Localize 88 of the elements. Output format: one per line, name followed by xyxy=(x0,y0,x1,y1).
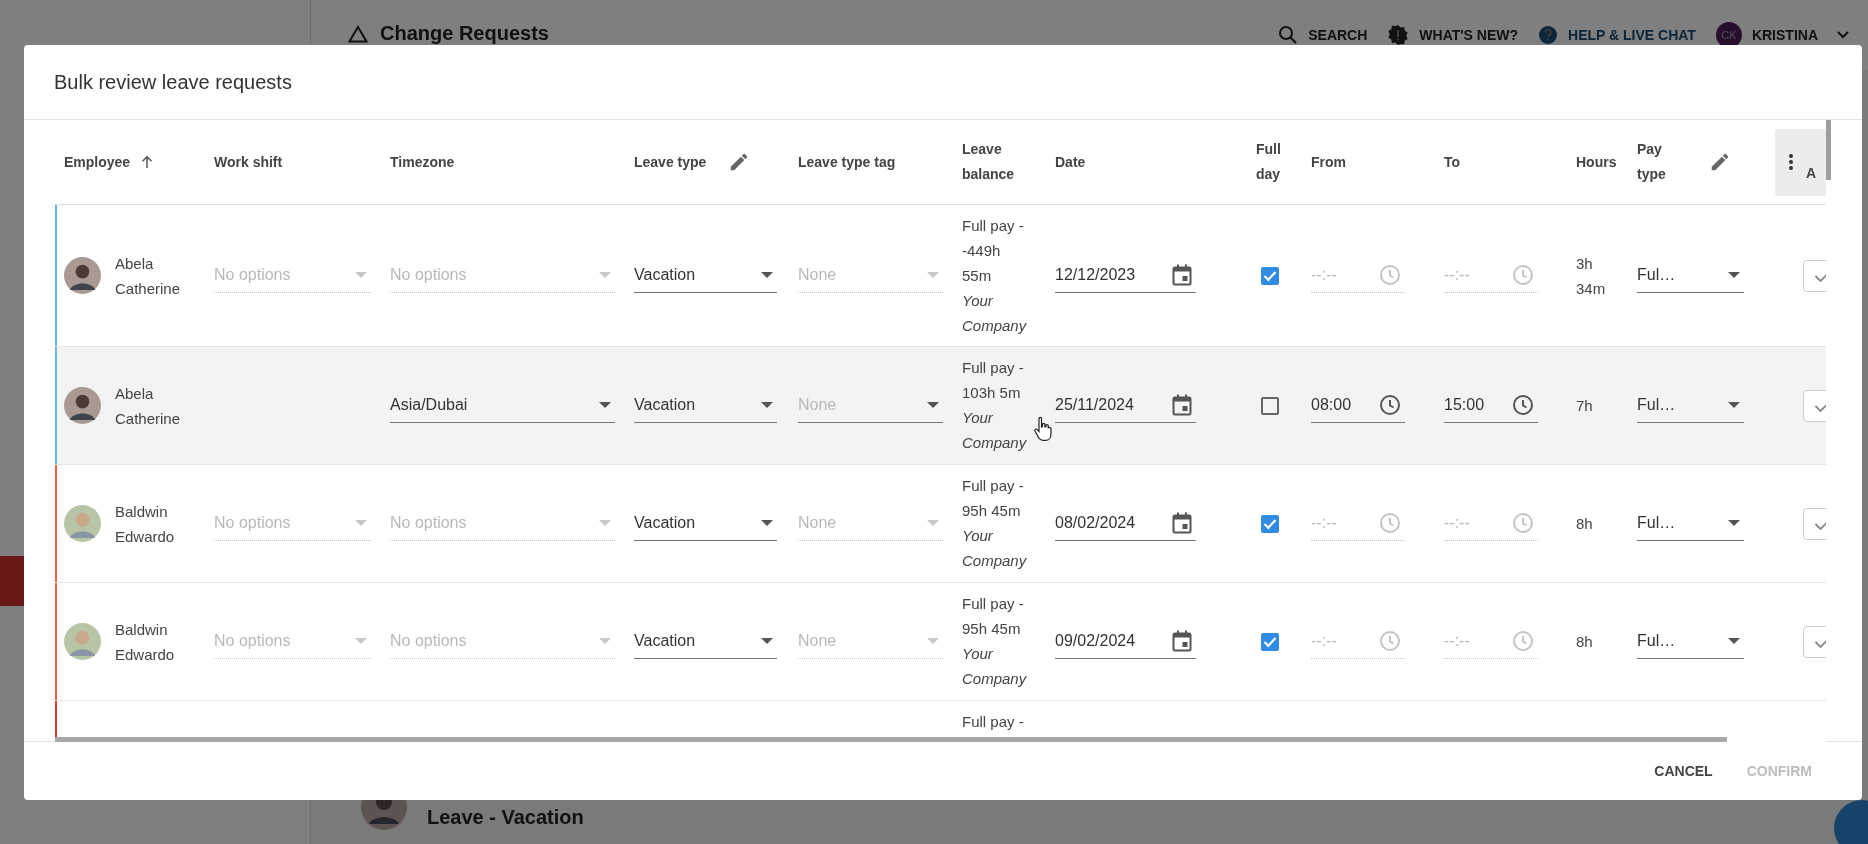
dropdown[interactable]: Ful… xyxy=(1637,258,1744,293)
dropdown[interactable]: Ful… xyxy=(1637,506,1744,541)
company-name: Your Company xyxy=(962,291,1028,336)
page-title: Change Requests xyxy=(380,22,549,45)
avatar xyxy=(64,505,101,542)
column-header[interactable]: Employee xyxy=(64,149,131,175)
checkbox[interactable] xyxy=(1261,396,1279,415)
scrollbar[interactable] xyxy=(1826,120,1831,180)
calendar-icon[interactable] xyxy=(1172,394,1192,416)
leave-balance: Full pay - 103h 5m xyxy=(962,358,1025,403)
avatar xyxy=(64,257,101,294)
time-field[interactable]: 15:00 xyxy=(1444,388,1538,423)
header-link[interactable]: HELP & LIVE CHAT xyxy=(1538,25,1696,45)
date-field[interactable]: 08/02/2024 xyxy=(1055,506,1196,541)
column-header[interactable]: Hours xyxy=(1576,149,1617,175)
caret-icon[interactable] xyxy=(761,272,773,278)
column-header[interactable]: Leave balance xyxy=(962,137,1024,187)
checkbox[interactable] xyxy=(1261,632,1279,651)
hand-cursor-icon xyxy=(1033,416,1053,442)
clock-icon[interactable] xyxy=(1512,394,1534,416)
date-field[interactable]: 09/02/2024 xyxy=(1055,624,1196,659)
warning-icon xyxy=(348,24,368,43)
column-header[interactable]: Date xyxy=(1055,149,1086,175)
hours-text: 7h xyxy=(1576,396,1594,416)
avatar xyxy=(64,623,101,660)
dropdown[interactable]: Ful… xyxy=(1637,388,1744,423)
caret-icon[interactable] xyxy=(599,402,611,408)
company-name: Your Company xyxy=(962,408,1028,453)
dropdown[interactable]: Ful… xyxy=(1637,624,1744,659)
employee-name: Abela Catherine xyxy=(115,383,182,429)
caret-icon[interactable] xyxy=(1728,402,1740,408)
search-icon xyxy=(1278,25,1299,45)
company-name: Your Company xyxy=(962,644,1028,689)
dropdown[interactable]: Vacation xyxy=(634,624,777,659)
leave-balance: Full pay - xyxy=(962,712,1024,732)
hours-text: 8h xyxy=(1576,514,1594,534)
pencil-icon[interactable] xyxy=(1709,151,1731,173)
leave-balance: Full pay - 95h 45m xyxy=(962,476,1025,521)
dialog-title: Bulk review leave requests xyxy=(54,70,292,94)
caret-icon[interactable] xyxy=(1728,520,1740,526)
caret-icon[interactable] xyxy=(1728,272,1740,278)
scrollbar[interactable] xyxy=(55,737,1727,742)
calendar-icon[interactable] xyxy=(1172,630,1192,652)
header-link[interactable]: SEARCH xyxy=(1278,25,1368,45)
column-header[interactable]: Pay type xyxy=(1637,137,1687,187)
calendar-icon[interactable] xyxy=(1172,512,1192,534)
column-header[interactable]: Full day xyxy=(1256,137,1290,187)
column-header[interactable]: Timezone xyxy=(390,149,455,175)
caret-icon[interactable] xyxy=(927,402,939,408)
hours-text: 3h 34m xyxy=(1576,253,1607,299)
request-title: Leave - Vacation xyxy=(427,806,584,829)
column-header[interactable]: From xyxy=(1311,149,1346,175)
column-header[interactable]: Work shift xyxy=(214,149,283,175)
employee-name: Abela Catherine xyxy=(115,253,182,299)
user-name[interactable]: KRISTINA xyxy=(1751,27,1818,43)
help-icon xyxy=(1538,25,1559,45)
dropdown[interactable]: Vacation xyxy=(634,506,777,541)
badge-icon xyxy=(1387,24,1410,46)
clock-icon[interactable] xyxy=(1379,394,1401,416)
caret-icon[interactable] xyxy=(761,402,773,408)
column-header[interactable]: To xyxy=(1444,149,1461,175)
checkbox[interactable] xyxy=(1261,514,1279,533)
time-field[interactable]: 08:00 xyxy=(1311,388,1405,423)
column-header[interactable]: Leave type xyxy=(634,149,707,175)
caret-icon[interactable] xyxy=(1728,638,1740,644)
hours-text: 8h xyxy=(1576,632,1594,652)
column-menu[interactable]: A xyxy=(1775,128,1826,196)
employee-name: Baldwin Edwardo xyxy=(115,619,176,665)
caret-icon[interactable] xyxy=(761,638,773,644)
leave-balance: Full pay - -449h 55m xyxy=(962,216,1025,286)
checkbox[interactable] xyxy=(1261,266,1279,285)
header-link[interactable]: WHAT'S NEW? xyxy=(1387,24,1519,46)
avatar xyxy=(64,387,101,424)
date-field[interactable]: 25/11/2024 xyxy=(1055,388,1196,423)
calendar-icon[interactable] xyxy=(1172,264,1192,286)
more-vertical-icon[interactable] xyxy=(1788,153,1794,171)
caret-icon[interactable] xyxy=(761,520,773,526)
dropdown[interactable]: Vacation xyxy=(634,388,777,423)
column-header[interactable]: Leave type tag xyxy=(798,149,896,175)
dropdown[interactable]: Vacation xyxy=(634,258,777,293)
date-field[interactable]: 12/12/2023 xyxy=(1055,258,1196,293)
column-header: A xyxy=(1806,163,1817,183)
company-name: Your Company xyxy=(962,526,1028,571)
chevron-down-icon[interactable] xyxy=(1836,30,1850,40)
dropdown[interactable]: Asia/Dubai xyxy=(390,388,615,423)
employee-name: Baldwin Edwardo xyxy=(115,501,176,547)
leave-balance: Full pay - 95h 45m xyxy=(962,594,1025,639)
footer-button[interactable]: CANCEL xyxy=(1642,755,1725,787)
